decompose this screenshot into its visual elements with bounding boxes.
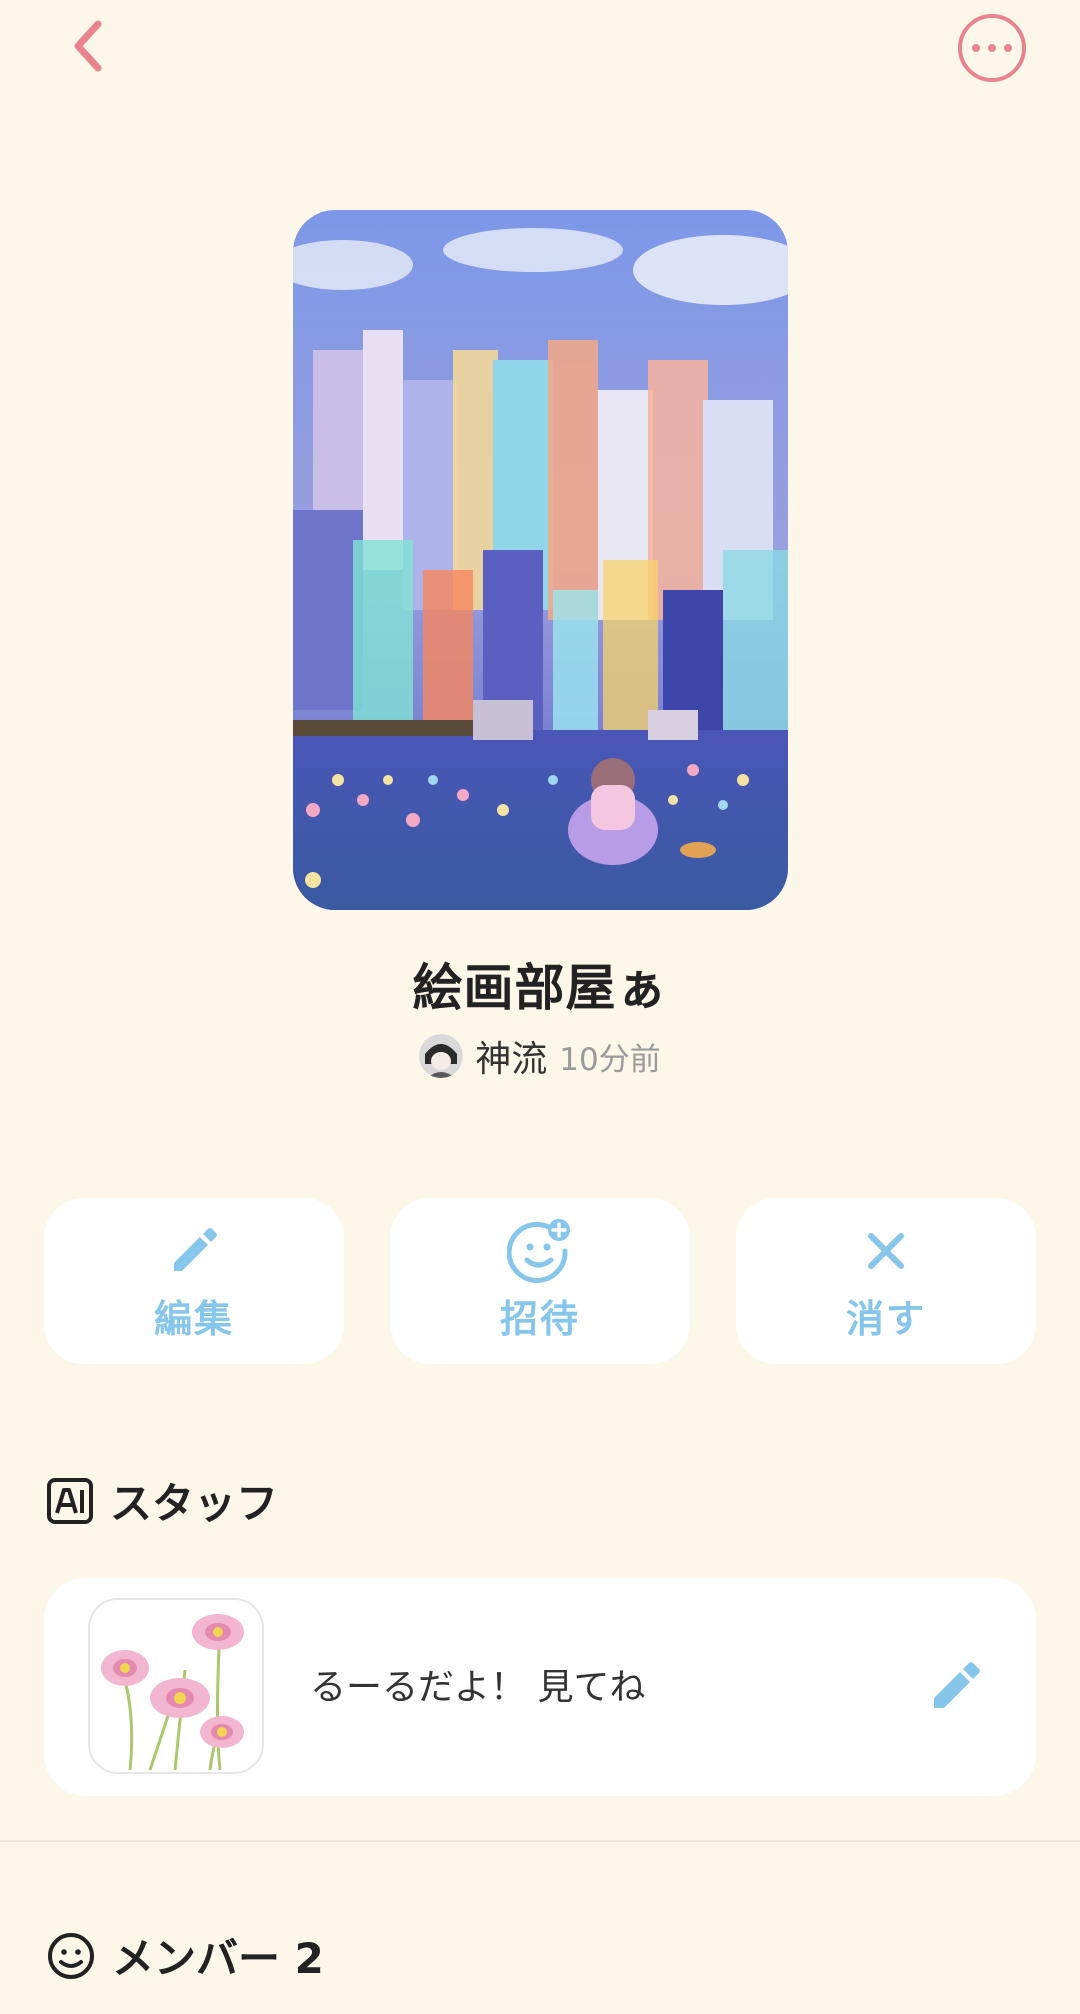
pencil-icon [934, 1662, 980, 1708]
action-row: 編集 招待 消す [44, 1198, 1036, 1364]
more-horizontal-icon [972, 44, 980, 52]
invite-smiley-icon [507, 1218, 570, 1283]
staff-section-header: スタッフ [46, 1470, 278, 1531]
more-button[interactable] [958, 14, 1026, 82]
avatar[interactable] [419, 1034, 464, 1078]
invite-button[interactable]: 招待 [390, 1198, 690, 1364]
staff-card-text: るーるだよ！ 見てね [310, 1667, 646, 1708]
chevron-left-icon [74, 20, 102, 72]
staff-thumbnail [88, 1598, 264, 1774]
edit-button[interactable]: 編集 [44, 1198, 344, 1364]
top-bar [0, 0, 1080, 100]
member-section-title: メンバー 2 [112, 1934, 324, 1983]
ai-icon [47, 1477, 93, 1524]
updated-time: 10分前 [559, 1041, 661, 1078]
close-icon [868, 1232, 904, 1269]
delete-label: 消す [845, 1296, 926, 1341]
invite-label: 招待 [499, 1296, 580, 1341]
owner-row: 神流 10分前 [0, 1030, 1080, 1082]
pencil-icon [174, 1227, 217, 1271]
section-divider [0, 1840, 1080, 1842]
more-dot [1004, 44, 1012, 52]
room-cover-image[interactable] [293, 210, 788, 910]
owner-name[interactable]: 神流 [475, 1030, 547, 1082]
staff-section-title: スタッフ [110, 1479, 279, 1528]
staff-edit-button[interactable] [928, 1658, 984, 1714]
back-button[interactable] [58, 14, 118, 78]
delete-button[interactable]: 消す [736, 1198, 1036, 1364]
smiley-icon [48, 1932, 94, 1979]
member-section-header: メンバー 2 [46, 1925, 324, 1986]
edit-label: 編集 [153, 1296, 234, 1341]
staff-card[interactable]: るーるだよ！ 見てね [44, 1578, 1036, 1796]
more-dot [988, 44, 996, 52]
room-title: 絵画部屋ぁ [412, 959, 668, 1017]
